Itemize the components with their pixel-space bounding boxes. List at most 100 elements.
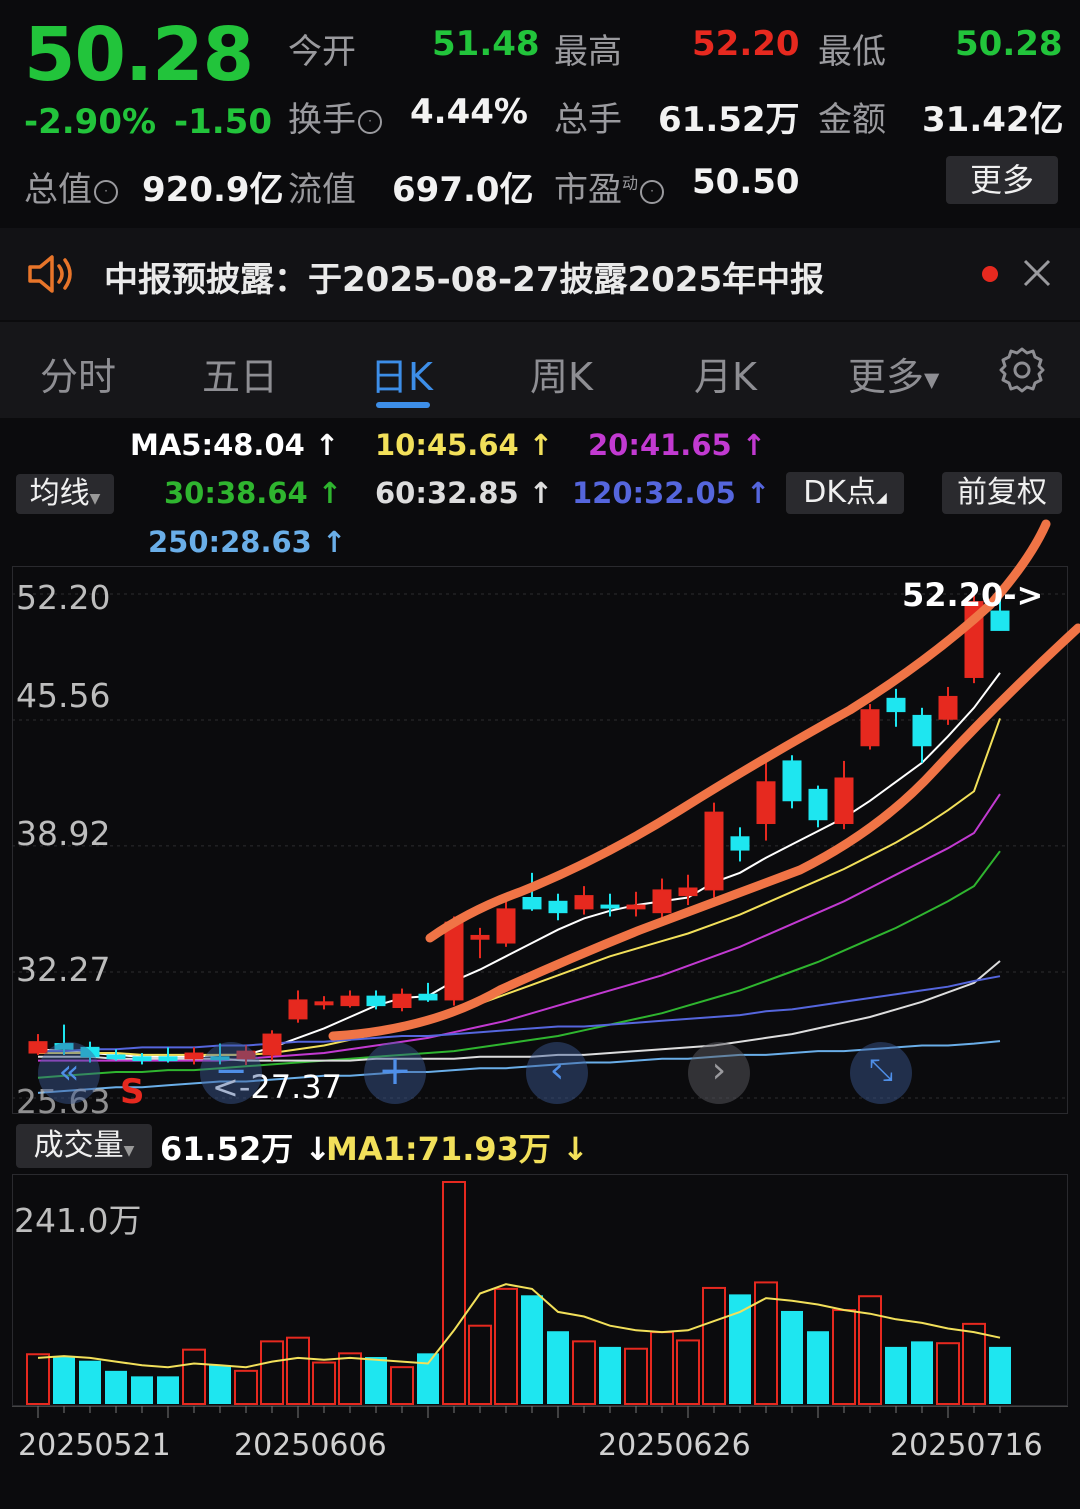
candle-body [496,908,516,944]
ma-toggle-button[interactable]: 均线▼ [16,474,114,514]
price-axis-label: 32.27 [16,950,111,989]
more-button[interactable]: 更多 [946,156,1058,204]
tab-intraday[interactable]: 分时 [40,346,116,401]
candle-body [444,921,464,1001]
volume-bar [105,1370,127,1404]
zoom-in-button[interactable]: + [364,1042,426,1104]
speaker-icon [26,252,76,300]
minus-icon: − [214,1048,248,1094]
double-chevron-left-icon: « [58,1052,80,1092]
dropdown-caret-icon: ▼ [123,1143,135,1159]
chevron-left-icon: ‹ [549,1050,565,1091]
float-label: 流值 [288,170,356,210]
candle-body [808,788,828,821]
ma60-legend: 60:32.85 ↑ [375,476,554,510]
date-label: 20250716 [890,1428,1043,1463]
pan-left-button[interactable]: ‹ [526,1042,588,1104]
volume-bar [131,1376,153,1404]
change-percent: -2.90% [24,102,157,142]
candle-body [860,709,880,747]
candle-body [106,1054,126,1060]
plus-icon: + [378,1048,412,1094]
price-axis-label: 45.56 [16,676,111,715]
ma20-legend: 20:41.65 ↑ [588,428,767,462]
tab-five-day[interactable]: 五日 [202,346,278,401]
candle-body [288,999,308,1020]
candle-body [366,995,386,1007]
candle-body [28,1041,48,1054]
info-icon[interactable]: · [358,109,382,134]
sell-signal-marker: S [120,1072,145,1112]
tab-more[interactable]: 更多▼ [848,346,939,401]
low-label: 最低 [818,32,886,72]
notice-text[interactable]: 中报预披露：于2025-08-27披露2025年中报 [104,252,824,301]
corner-caret-icon: ◢ [876,490,887,506]
tab-monthly-k[interactable]: 月K [694,346,757,401]
float-value: 697.0亿 [392,170,534,210]
volume-indicator-selector[interactable]: 成交量▼ [16,1124,152,1168]
time-axis [12,1406,1068,1418]
volume-bar [989,1346,1011,1404]
pan-far-left-button[interactable]: « [38,1042,100,1104]
price-axis-label: 38.92 [16,814,111,853]
open-value: 51.48 [432,24,540,64]
date-label: 20250626 [598,1428,751,1463]
volume-bar [547,1331,569,1404]
candle-body [184,1052,204,1060]
fullscreen-button[interactable]: ⤡ [850,1042,912,1104]
high-marker: 52.20-> [902,576,1044,614]
mktcap-label: 总值 · [24,162,118,211]
candle-body [574,895,594,910]
candle-body [262,1033,282,1056]
volume-bar [365,1357,387,1404]
candle-body [158,1056,178,1062]
candle-body [834,777,854,825]
amount-label: 金额 [818,100,886,140]
candle-body [626,904,646,910]
close-icon[interactable] [1020,256,1054,294]
volume-bar [781,1310,803,1404]
candle-body [678,887,698,897]
candle-body [782,760,802,802]
candle-body [392,993,412,1009]
open-label: 今开 [288,32,356,72]
candle-body [912,714,932,747]
volume-bar [209,1365,231,1404]
info-icon[interactable]: · [640,179,665,204]
candle-body [886,697,906,713]
candle-body [340,995,360,1007]
volume-bar [807,1331,829,1404]
ma120-legend: 120:32.05 ↑ [572,476,771,510]
candle-body [470,934,490,940]
active-tab-indicator [376,402,430,408]
candle-body [522,897,542,910]
tab-weekly-k[interactable]: 周K [530,346,593,401]
date-label: 20250606 [234,1428,387,1463]
gear-icon[interactable] [998,346,1046,398]
tab-daily-k[interactable]: 日K [370,346,433,401]
volume-axis-label: 241.0万 [14,1201,142,1240]
ma30-legend: 30:38.64 ↑ [164,476,343,510]
volume-bar [885,1346,907,1404]
date-label: 20250521 [18,1428,171,1463]
price-axis-label: 52.20 [16,578,111,617]
dk-point-button[interactable]: DK点◢ [786,472,904,514]
volume-chart[interactable] [12,1174,1068,1406]
volume-bar [911,1341,933,1404]
info-icon[interactable]: · [94,179,118,204]
candle-body [548,900,568,914]
pan-right-button[interactable]: › [688,1042,750,1104]
volume-ma1: MA1:71.93万 ↓ [326,1130,589,1168]
high-value: 52.20 [692,24,800,64]
candle-body [756,781,776,825]
candle-body [600,904,620,909]
candle-body [652,889,672,914]
volume-bar [53,1356,75,1404]
volume-bar [157,1376,179,1404]
volume-current: 61.52万 ↓ [160,1130,332,1168]
candlestick-chart[interactable] [12,566,1068,1114]
zoom-out-button[interactable]: − [200,1042,262,1104]
turnover-value: 4.44% [410,92,528,132]
adjust-button[interactable]: 前复权 [942,472,1062,514]
volume-label: 总手 [554,100,622,140]
